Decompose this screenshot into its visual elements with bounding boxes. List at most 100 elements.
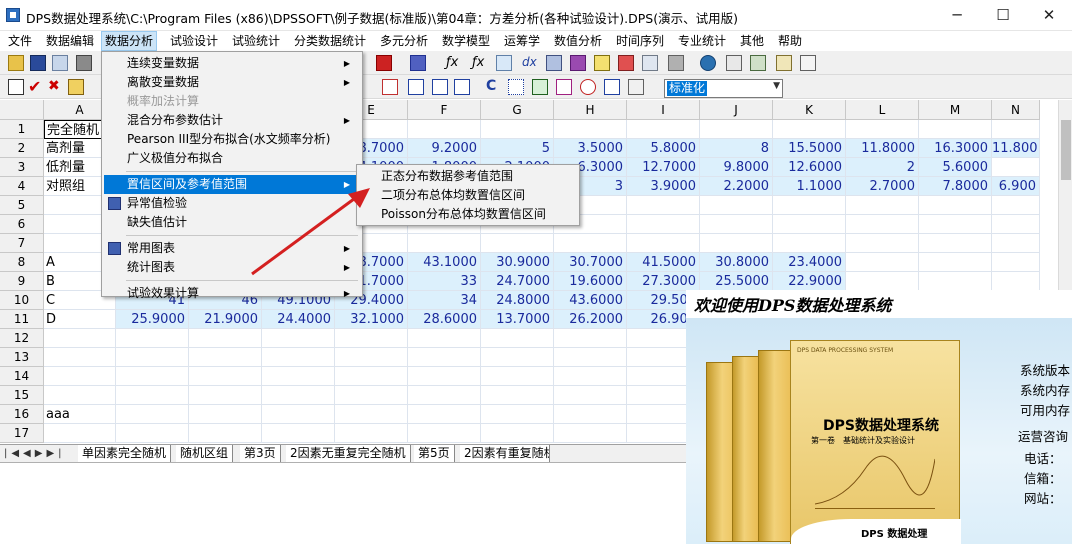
grid-cell[interactable]: 3.5000 — [554, 139, 627, 158]
maximize-button[interactable]: ☐ — [980, 0, 1026, 31]
grid-cell[interactable] — [335, 348, 408, 367]
column-header[interactable]: I — [627, 100, 700, 120]
grid-cell[interactable] — [189, 386, 262, 405]
row-header[interactable]: 15 — [0, 386, 44, 405]
grid-cell[interactable] — [116, 367, 189, 386]
menu-categorical-stats[interactable]: 分类数据统计 — [294, 31, 366, 51]
grid-cell[interactable]: 43.1000 — [408, 253, 481, 272]
grid-cell[interactable]: 16.3000 — [919, 139, 992, 158]
settings-icon[interactable] — [628, 79, 644, 95]
grid-cell[interactable]: 25.5000 — [700, 272, 773, 291]
grid-cell[interactable]: 25.9000 — [116, 310, 189, 329]
tab-sheet-6[interactable]: 2因素有重复随机 — [460, 445, 550, 462]
column-header[interactable]: G — [481, 100, 554, 120]
scatter-icon[interactable] — [454, 79, 470, 95]
grid-cell[interactable] — [554, 367, 627, 386]
grid-cell[interactable] — [992, 158, 1040, 177]
menu-numerical[interactable]: 数值分析 — [554, 31, 602, 51]
grid-cell[interactable]: 5 — [481, 139, 554, 158]
sort-icon[interactable] — [376, 55, 392, 71]
grid-cell[interactable] — [627, 196, 700, 215]
column-header[interactable]: F — [408, 100, 481, 120]
grid-cell[interactable] — [262, 405, 335, 424]
grid-cell[interactable]: 2.2000 — [700, 177, 773, 196]
grid-cell[interactable]: 22.9000 — [773, 272, 846, 291]
grid-cell[interactable] — [116, 386, 189, 405]
grid-cell[interactable] — [335, 329, 408, 348]
grid-cell[interactable] — [408, 405, 481, 424]
open-icon[interactable] — [8, 55, 24, 71]
grid-cell[interactable] — [554, 386, 627, 405]
row-header[interactable]: 14 — [0, 367, 44, 386]
menu-item[interactable]: Pearson III型分布拟合(水文频率分析) — [104, 130, 360, 149]
submenu-poisson-ci[interactable]: Poisson分布总体均数置信区间 — [359, 205, 577, 224]
grid-cell[interactable]: 2.7000 — [846, 177, 919, 196]
grid-cell[interactable]: 15.5000 — [773, 139, 846, 158]
grid-cell[interactable]: 3.9000 — [627, 177, 700, 196]
grid-cell[interactable] — [846, 215, 919, 234]
grid-cell[interactable] — [408, 386, 481, 405]
menu-file[interactable]: 文件 — [8, 31, 32, 51]
grid-cell[interactable] — [262, 424, 335, 443]
grid-cell[interactable] — [408, 348, 481, 367]
menu-item[interactable]: 离散变量数据 ▶ — [104, 73, 360, 92]
grid-cell[interactable] — [773, 120, 846, 139]
grid-cell[interactable] — [408, 424, 481, 443]
grid-cell[interactable] — [262, 348, 335, 367]
grid-cell[interactable] — [481, 329, 554, 348]
column-header[interactable]: M — [919, 100, 992, 120]
grid-cell[interactable] — [481, 424, 554, 443]
row-header[interactable]: 3 — [0, 158, 44, 177]
save-icon[interactable] — [30, 55, 46, 71]
grid-cell[interactable] — [116, 424, 189, 443]
line-chart-icon[interactable] — [432, 79, 448, 95]
grid-cell[interactable]: 8 — [700, 139, 773, 158]
grid-cell[interactable] — [700, 234, 773, 253]
grid-cell[interactable] — [919, 215, 992, 234]
row-header[interactable]: 16 — [0, 405, 44, 424]
grid-cell[interactable] — [992, 196, 1040, 215]
menu-data-analysis[interactable]: 数据分析 — [101, 31, 158, 51]
select-icon[interactable] — [508, 79, 524, 95]
grid-cell[interactable] — [919, 253, 992, 272]
menu-math-model[interactable]: 数学模型 — [442, 31, 490, 51]
grid-cell[interactable]: 30.7000 — [554, 253, 627, 272]
cross-icon[interactable]: ✖ — [48, 78, 60, 94]
row-header[interactable]: 2 — [0, 139, 44, 158]
grid-cell[interactable] — [262, 329, 335, 348]
window-icon[interactable] — [726, 55, 742, 71]
tab-sheet-3[interactable]: 第3页 — [240, 445, 281, 462]
grid-cell[interactable] — [627, 215, 700, 234]
menu-item[interactable]: 连续变量数据 ▶ — [104, 54, 360, 73]
grid-cell[interactable]: 34 — [408, 291, 481, 310]
submenu-normal-reference[interactable]: 正态分布数据参考值范围 — [359, 167, 577, 186]
menu-item[interactable]: 混合分布参数估计 ▶ — [104, 111, 360, 130]
grid-cell[interactable]: 11.800 — [992, 139, 1040, 158]
vector-icon[interactable] — [604, 79, 620, 95]
grid-cell[interactable]: aaa — [44, 405, 116, 424]
grid-cell[interactable] — [992, 120, 1040, 139]
grid-cell[interactable] — [773, 196, 846, 215]
target-icon[interactable] — [580, 79, 596, 95]
grid-cell[interactable] — [44, 329, 116, 348]
function-icon[interactable]: ƒx — [446, 55, 458, 70]
shapes-icon[interactable] — [618, 55, 634, 71]
grid-cell[interactable]: 41.5000 — [627, 253, 700, 272]
calc-icon[interactable] — [668, 55, 684, 71]
row-header[interactable]: 9 — [0, 272, 44, 291]
grid-cell[interactable] — [44, 367, 116, 386]
column-header[interactable]: H — [554, 100, 627, 120]
grid-cell[interactable]: 5.8000 — [627, 139, 700, 158]
grid-cell[interactable] — [846, 234, 919, 253]
grid-cell[interactable] — [116, 348, 189, 367]
menu-item[interactable]: 广义极值分布拟合 — [104, 149, 360, 168]
tab-sheet-1[interactable]: 单因素完全随机 — [78, 445, 172, 462]
menu-operations[interactable]: 运筹学 — [504, 31, 540, 51]
grid-cell[interactable] — [992, 234, 1040, 253]
grid-cell[interactable] — [44, 424, 116, 443]
matrix-icon[interactable] — [546, 55, 562, 71]
tab-nav-arrows[interactable]: |◀◀▶▶| — [4, 445, 66, 462]
dx-icon[interactable]: dx — [522, 55, 537, 69]
grid-cell[interactable]: 33 — [408, 272, 481, 291]
menu-experiment-stats[interactable]: 试验统计 — [232, 31, 280, 51]
